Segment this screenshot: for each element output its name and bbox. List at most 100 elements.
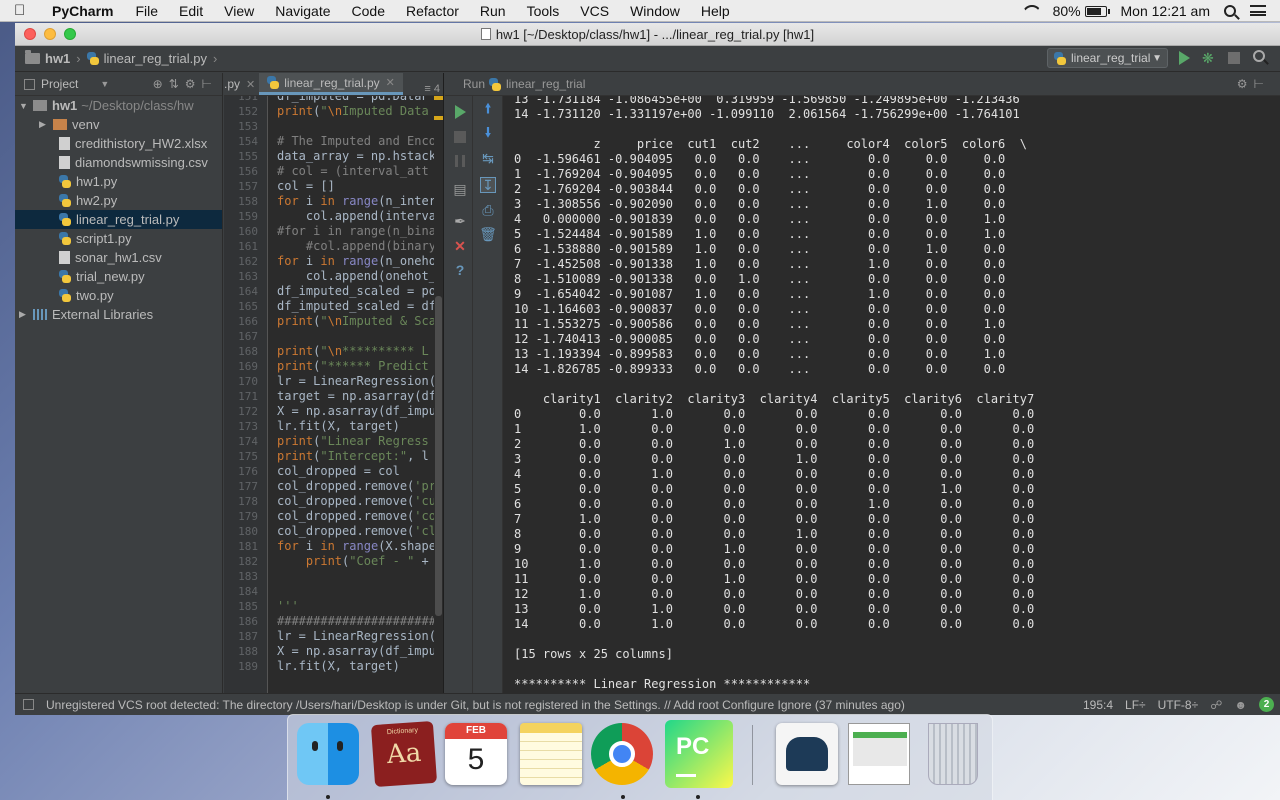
tree-item-file[interactable]: hw1.py <box>15 172 222 191</box>
scroll-to-end-icon[interactable]: ↧ <box>480 177 496 193</box>
window-titlebar[interactable]: hw1 [~/Desktop/class/hw1] - .../linear_r… <box>15 23 1280 46</box>
code-line[interactable]: 161 #col.append(binary <box>224 239 434 254</box>
menu-code[interactable]: Code <box>352 3 385 19</box>
close-icon[interactable]: ✕ <box>452 238 468 254</box>
code-line[interactable]: 160 #for i in range(n_bina <box>224 224 434 239</box>
pause-icon[interactable] <box>452 153 468 169</box>
tool-windows-icon[interactable] <box>23 699 34 710</box>
window-minimize-button[interactable] <box>44 28 56 40</box>
code-line[interactable]: 183 <box>224 569 434 584</box>
chrome-icon[interactable] <box>591 723 653 785</box>
calendar-icon[interactable]: FEB 5 <box>445 723 507 785</box>
battery-status[interactable]: 80% <box>1053 3 1110 19</box>
project-panel-tools[interactable]: ⊕⇅⚙⊢ <box>153 77 218 91</box>
tree-item-file[interactable]: diamondswmissing.csv <box>15 153 222 172</box>
tree-item-file[interactable]: sonar_hw1.csv <box>15 248 222 267</box>
lock-icon[interactable]: ☍ <box>1210 698 1222 712</box>
breadcrumb-project[interactable]: hw1 <box>45 51 70 66</box>
breadcrumb-file[interactable]: linear_reg_trial.py <box>104 51 207 66</box>
code-line[interactable]: 156 # col = (interval_att <box>224 164 434 179</box>
code-line[interactable]: 185 ''' <box>224 599 434 614</box>
arrow-down-icon[interactable]: 🠛 <box>480 124 496 142</box>
code-line[interactable]: 179 col_dropped.remove('co <box>224 509 434 524</box>
menu-refactor[interactable]: Refactor <box>406 3 459 19</box>
run-panel-config[interactable]: linear_reg_trial <box>506 77 585 91</box>
code-line[interactable]: 187 lr = LinearRegression( <box>224 629 434 644</box>
code-line[interactable]: 164 df_imputed_scaled = po <box>224 284 434 299</box>
notes-icon[interactable] <box>520 723 582 785</box>
menu-navigate[interactable]: Navigate <box>275 3 330 19</box>
tree-item-file[interactable]: two.py <box>15 286 222 305</box>
code-line[interactable]: 167 <box>224 329 434 344</box>
menu-vcs[interactable]: VCS <box>580 3 609 19</box>
menubar-clock[interactable]: Mon 12:21 am <box>1121 3 1211 19</box>
code-line[interactable]: 152 print("\nImputed Data <box>224 104 434 119</box>
code-line[interactable]: 165 df_imputed_scaled = df <box>224 299 434 314</box>
code-line[interactable]: 159 col.append(interva <box>224 209 434 224</box>
code-line[interactable]: 154 # The Imputed and Enco <box>224 134 434 149</box>
code-line[interactable]: 151 df_imputed = pd.DataF <box>224 96 434 104</box>
code-line[interactable]: 162 for i in range(n_oneho <box>224 254 434 269</box>
code-line[interactable]: 189 lr.fit(X, target) <box>224 659 434 674</box>
trash-icon[interactable]: 🗑 <box>479 226 497 242</box>
rerun-icon[interactable] <box>452 104 468 120</box>
code-line[interactable]: 186 ###################### <box>224 614 434 629</box>
wifi-icon[interactable] <box>1021 5 1039 17</box>
code-line[interactable]: 166 print("\nImputed & Sca <box>224 314 434 329</box>
notification-center-icon[interactable] <box>1250 5 1266 16</box>
tree-collapsed-icon[interactable]: ▶ <box>39 119 53 130</box>
editor-scrollbar[interactable] <box>434 96 443 693</box>
layout-icon[interactable]: ▤ <box>452 181 468 197</box>
code-line[interactable]: 173 lr.fit(X, target) <box>224 419 434 434</box>
line-separator[interactable]: LF÷ <box>1125 698 1146 712</box>
window-maximize-button[interactable] <box>64 28 76 40</box>
menu-app-name[interactable]: PyCharm <box>52 3 113 19</box>
pin-icon[interactable]: ✒ <box>452 213 468 229</box>
tree-item-file[interactable]: credithistory_HW2.xlsx <box>15 134 222 153</box>
code-line[interactable]: 169 print("****** Predict <box>224 359 434 374</box>
tree-item-file[interactable]: trial_new.py <box>15 267 222 286</box>
code-line[interactable]: 174 print("Linear Regress <box>224 434 434 449</box>
warning-marker[interactable] <box>434 116 443 120</box>
menu-file[interactable]: File <box>135 3 158 19</box>
editor-scroll-thumb[interactable] <box>435 296 442 616</box>
menu-run[interactable]: Run <box>480 3 506 19</box>
screenshot-thumbnail-icon[interactable] <box>848 723 910 785</box>
tab-linear-reg-trial[interactable]: linear_reg_trial.py ✕ <box>259 73 403 95</box>
trash-icon[interactable] <box>928 723 978 785</box>
code-line[interactable]: 155 data_array = np.hstack <box>224 149 434 164</box>
tree-item-file[interactable]: hw2.py <box>15 191 222 210</box>
tab-previous-file[interactable]: .py ✕ <box>224 73 259 95</box>
code-line[interactable]: 176 col_dropped = col <box>224 464 434 479</box>
close-icon[interactable]: ✕ <box>246 78 255 91</box>
tree-root[interactable]: ▼ hw1 ~/Desktop/class/hw <box>15 96 222 115</box>
tree-item-external-libraries[interactable]: ▶ External Libraries <box>15 305 222 324</box>
code-line[interactable]: 188 X = np.asarray(df_impu <box>224 644 434 659</box>
spotlight-search-icon[interactable] <box>1224 4 1236 17</box>
dictionary-icon[interactable]: Dictionary Aa <box>370 720 438 788</box>
menu-edit[interactable]: Edit <box>179 3 203 19</box>
search-everywhere-icon[interactable] <box>1253 50 1265 62</box>
code-line[interactable]: 184 <box>224 584 434 599</box>
project-panel-title[interactable]: Project <box>41 77 78 91</box>
tree-expanded-icon[interactable]: ▼ <box>19 101 33 111</box>
tree-item-file-selected[interactable]: linear_reg_trial.py <box>15 210 222 229</box>
pycharm-icon[interactable]: PC <box>665 720 733 788</box>
stop-icon[interactable] <box>1228 52 1240 64</box>
chevron-down-icon[interactable]: ▼ <box>100 79 109 89</box>
code-line[interactable]: 153 <box>224 119 434 134</box>
tree-collapsed-icon[interactable]: ▶ <box>19 309 33 320</box>
print-icon[interactable]: ⎙ <box>480 202 496 218</box>
run-config-dropdown[interactable]: linear_reg_trial ▼ <box>1047 48 1168 68</box>
code-line[interactable]: 157 col = [] <box>224 179 434 194</box>
debug-bug-icon[interactable]: ❋ <box>1202 50 1216 66</box>
window-close-button[interactable] <box>24 28 36 40</box>
code-line[interactable]: 172 X = np.asarray(df_impu <box>224 404 434 419</box>
event-log-badge[interactable]: 2 <box>1259 697 1274 712</box>
code-line[interactable]: 178 col_dropped.remove('cu <box>224 494 434 509</box>
code-line[interactable]: 163 col.append(onehot_ <box>224 269 434 284</box>
menu-window[interactable]: Window <box>630 3 680 19</box>
finder-icon[interactable] <box>297 723 359 785</box>
code-line[interactable]: 180 col_dropped.remove('cl <box>224 524 434 539</box>
code-line[interactable]: 182 print("Coef - " + <box>224 554 434 569</box>
